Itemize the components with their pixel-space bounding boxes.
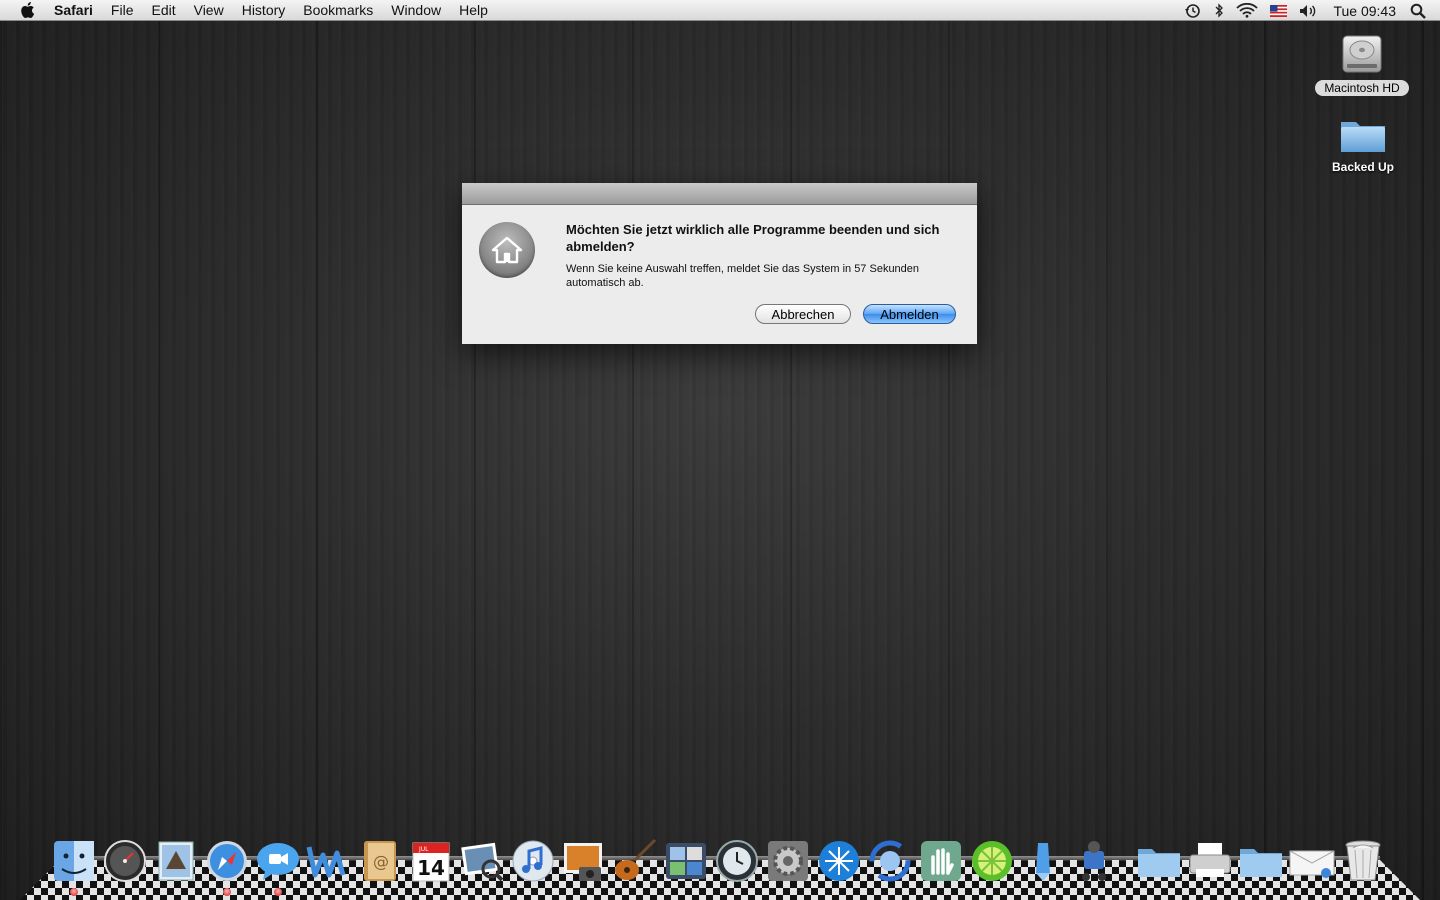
- menu-bookmarks[interactable]: Bookmarks: [294, 0, 382, 21]
- menu-app-name[interactable]: Safari: [52, 0, 102, 21]
- dock-garageband[interactable]: [611, 838, 659, 884]
- menu-clock[interactable]: Tue 09:43: [1333, 3, 1396, 19]
- spotlight-icon[interactable]: [1410, 3, 1426, 19]
- dashboard-icon: [103, 840, 146, 882]
- dock-documents-folder[interactable]: [1135, 838, 1183, 884]
- image-capture-icon: [563, 843, 602, 881]
- pen-icon: [1035, 843, 1050, 881]
- word-icon: [306, 846, 345, 878]
- dock-pen[interactable]: [1019, 838, 1067, 884]
- desktop-icon-backed-up[interactable]: Backed Up: [1308, 115, 1418, 175]
- iphoto-icon: [460, 842, 503, 882]
- logout-button[interactable]: Abmelden: [863, 304, 956, 324]
- dock-network-utility[interactable]: [815, 838, 863, 884]
- dock-spaces[interactable]: [662, 838, 710, 884]
- wifi-icon[interactable]: [1236, 3, 1259, 18]
- apple-icon: [21, 2, 35, 18]
- spaces-icon: [665, 843, 706, 879]
- bluetooth-icon[interactable]: [1214, 3, 1224, 18]
- dock-mail[interactable]: [152, 838, 200, 884]
- documents-folder-icon: [1137, 849, 1180, 877]
- dock-printer[interactable]: [1186, 838, 1234, 884]
- status-area: Tue 09:43: [1178, 0, 1440, 21]
- garageband-icon: [614, 838, 656, 880]
- mail-stack-icon: [1289, 850, 1334, 878]
- safari-icon: [206, 841, 247, 881]
- cancel-button[interactable]: Abbrechen: [755, 304, 851, 324]
- dock-address-book[interactable]: @: [356, 838, 404, 884]
- desktop-icon-label: Macintosh HD: [1315, 80, 1409, 96]
- dialog-title: Möchten Sie jetzt wirklich alle Programm…: [566, 222, 940, 254]
- dock-word[interactable]: [305, 838, 353, 884]
- dock-sync[interactable]: [866, 838, 914, 884]
- calendar-day: 14: [417, 856, 445, 880]
- dock-finder[interactable]: [50, 838, 98, 896]
- running-indicator: [222, 888, 231, 896]
- dock-image-capture[interactable]: [560, 838, 608, 884]
- running-indicator: [69, 888, 78, 896]
- downloads-folder-icon: [1239, 849, 1282, 877]
- menu-history[interactable]: History: [233, 0, 295, 21]
- system-preferences-icon: [767, 841, 808, 881]
- dock-ichat[interactable]: [254, 838, 302, 896]
- dock: @ JUL 14: [48, 834, 1388, 896]
- dock-safari[interactable]: [203, 838, 251, 896]
- itunes-icon: [512, 840, 553, 882]
- dock-itunes[interactable]: [509, 838, 557, 884]
- network-utility-icon: [818, 841, 859, 881]
- dock-time-machine[interactable]: [713, 838, 761, 884]
- dock-limewire[interactable]: [968, 838, 1016, 884]
- hard-drive-icon: [1342, 35, 1382, 73]
- menu-window[interactable]: Window: [382, 0, 450, 21]
- dock-hand-app[interactable]: [917, 838, 965, 884]
- svg-text:@: @: [373, 852, 389, 871]
- home-icon: [479, 222, 535, 278]
- dock-mail-stack[interactable]: [1288, 838, 1336, 884]
- automator-icon: [1081, 841, 1106, 881]
- menu-edit[interactable]: Edit: [142, 0, 184, 21]
- dialog-message: Wenn Sie keine Auswahl treffen, meldet S…: [566, 263, 920, 289]
- printer-icon: [1189, 843, 1230, 877]
- finder-icon: [53, 841, 94, 881]
- apple-menu[interactable]: [16, 1, 38, 19]
- logout-dialog: Möchten Sie jetzt wirklich alle Programm…: [462, 183, 977, 344]
- mail-icon: [158, 841, 193, 881]
- calendar-month: JUL: [418, 846, 429, 853]
- menu-bar: Safari File Edit View History Bookmarks …: [0, 0, 1440, 21]
- ichat-icon: [256, 843, 299, 880]
- time-machine-icon: [715, 840, 758, 882]
- desktop-icon-macintosh-hd[interactable]: Macintosh HD: [1307, 30, 1417, 96]
- desktop-icon-label: Backed Up: [1331, 160, 1395, 174]
- time-machine-status-icon[interactable]: [1184, 3, 1202, 19]
- ical-icon: JUL 14: [412, 842, 449, 882]
- sync-icon: [869, 840, 910, 882]
- menu-file[interactable]: File: [102, 0, 143, 21]
- dock-system-preferences[interactable]: [764, 838, 812, 884]
- us-flag-icon[interactable]: [1270, 4, 1288, 17]
- volume-icon[interactable]: [1299, 4, 1317, 18]
- folder-icon: [1341, 122, 1385, 152]
- dock-ical[interactable]: JUL 14: [407, 838, 455, 884]
- menu-help[interactable]: Help: [450, 0, 497, 21]
- menu-view[interactable]: View: [185, 0, 233, 21]
- dock-downloads-folder[interactable]: [1237, 838, 1285, 884]
- dock-dashboard[interactable]: [101, 838, 149, 884]
- dock-iphoto[interactable]: [458, 838, 506, 884]
- dialog-titlebar[interactable]: [462, 183, 977, 205]
- dock-trash[interactable]: [1339, 838, 1387, 884]
- limewire-icon: [971, 841, 1012, 881]
- address-book-icon: @: [363, 841, 396, 881]
- hand-app-icon: [920, 841, 961, 881]
- trash-icon: [1345, 840, 1380, 881]
- running-indicator: [273, 888, 282, 896]
- dock-automator[interactable]: [1070, 838, 1118, 884]
